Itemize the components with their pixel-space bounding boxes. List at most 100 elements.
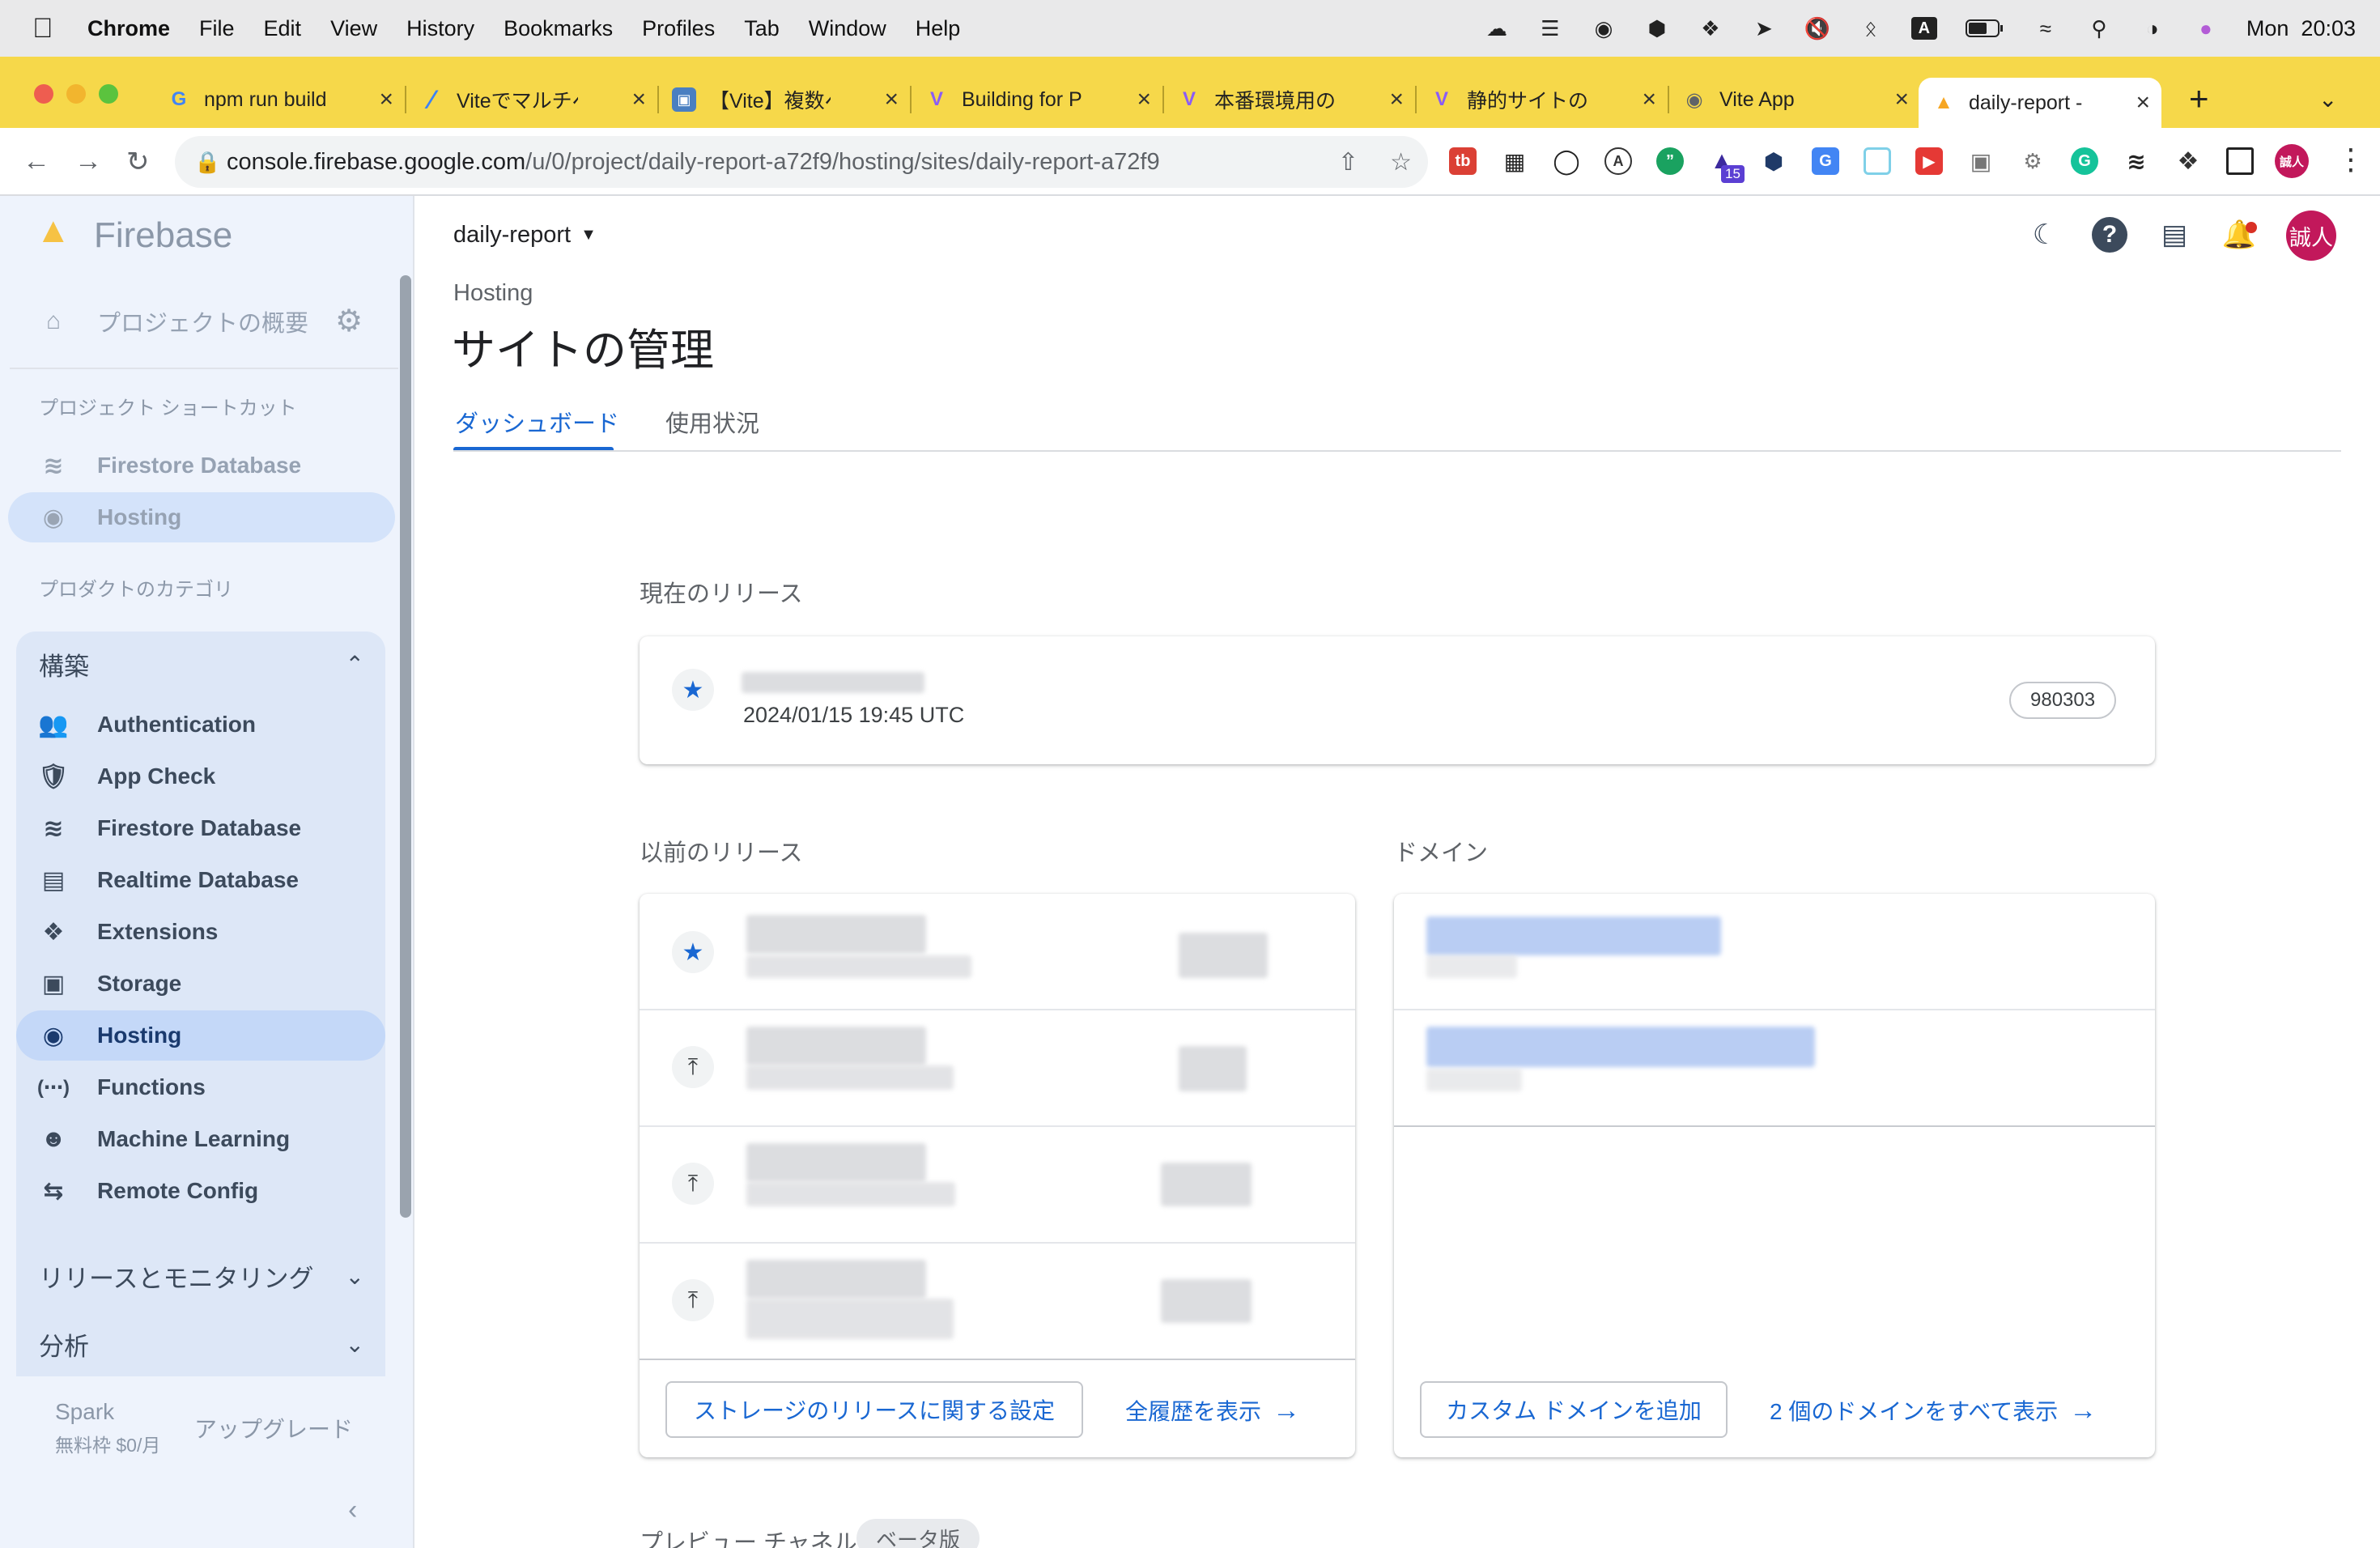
battery-icon[interactable]	[1965, 17, 2005, 40]
mute-icon[interactable]: 🔇	[1804, 16, 1830, 40]
dark-mode-icon[interactable]: ☾	[2027, 217, 2063, 253]
close-icon[interactable]: ×	[884, 86, 899, 113]
close-icon[interactable]: ×	[1389, 86, 1404, 113]
kebab-menu-icon[interactable]: ⋮	[2336, 142, 2365, 176]
address-bar[interactable]: 🔒 console.firebase.google.com/u/0/projec…	[175, 136, 1428, 188]
menu-view[interactable]: View	[330, 16, 377, 41]
hexagon-icon[interactable]: ⬢	[1644, 16, 1670, 40]
browser-tab[interactable]: ▣ 【Vite】複数ペー ×	[659, 78, 912, 121]
menu-app-name[interactable]: Chrome	[87, 16, 170, 41]
browser-tab[interactable]: V Building for Pro ×	[912, 78, 1164, 121]
menu-edit[interactable]: Edit	[264, 16, 302, 41]
firebase-brand[interactable]: Firebase	[94, 215, 232, 256]
tools-icon[interactable]: ❖	[1698, 16, 1723, 40]
project-selector[interactable]: daily-report ▼	[453, 222, 597, 249]
sidebar-item-hosting[interactable]: ◉ Hosting	[16, 1010, 385, 1061]
menu-help[interactable]: Help	[916, 16, 961, 41]
a-extension-icon[interactable]: A	[1604, 147, 1632, 175]
input-source-icon[interactable]: A	[1910, 17, 1937, 40]
spotlight-search-icon[interactable]: ⚲	[2086, 16, 2112, 40]
tab-search-chevron-icon[interactable]: ⌄	[2318, 86, 2337, 113]
sidebar-item-app-check[interactable]: 🛡 App Check	[16, 751, 385, 802]
quote-extension-icon[interactable]: ”	[1656, 147, 1684, 175]
collapse-sidebar-chevron-icon[interactable]: ‹	[348, 1495, 357, 1526]
add-custom-domain-button[interactable]: カスタム ドメインを追加	[1420, 1381, 1728, 1438]
close-icon[interactable]: ×	[631, 86, 646, 113]
browser-tab[interactable]: ⁄ Viteでマルチペー ×	[406, 78, 659, 121]
window-zoom-button[interactable]	[99, 84, 118, 104]
reload-icon[interactable]: ↻	[126, 146, 150, 178]
sidebar-item-realtime-database[interactable]: ▤ Realtime Database	[16, 855, 385, 905]
sidebar-item-extensions[interactable]: ❖ Extensions	[16, 907, 385, 957]
menubar-clock[interactable]: Mon 20:03	[2246, 16, 2356, 41]
analytics-section-header[interactable]: 分析 ⌄	[16, 1312, 385, 1376]
storage-release-settings-button[interactable]: ストレージのリリースに関する設定	[665, 1381, 1083, 1438]
firebase-logo-icon[interactable]: ▲	[36, 211, 71, 251]
wifi-icon[interactable]: ≈	[2033, 16, 2059, 40]
sidebar-item-authentication[interactable]: 👥 Authentication	[16, 700, 385, 750]
back-arrow-icon[interactable]: ←	[23, 146, 50, 177]
robot-extension-icon[interactable]: ⚙	[2019, 147, 2046, 175]
sidebar-item-functions[interactable]: (⋯) Functions	[16, 1062, 385, 1112]
view-all-domains-link[interactable]: 2 個のドメインをすべて表示 →	[1770, 1394, 2097, 1427]
password-manager-icon[interactable]: ◉	[1591, 16, 1617, 40]
bookmark-star-icon[interactable]: ☆	[1390, 148, 1412, 176]
siri-icon[interactable]: ●	[2193, 16, 2219, 40]
view-full-history-link[interactable]: 全履歴を表示 →	[1125, 1394, 1300, 1427]
apple-icon[interactable]: 	[32, 13, 65, 45]
release-notes-icon[interactable]: ▤	[2157, 217, 2192, 253]
qr-code-extension-icon[interactable]: ▦	[1501, 147, 1528, 175]
new-tab-button[interactable]: +	[2189, 79, 2209, 118]
bluetooth-icon[interactable]: ᛟ	[1858, 16, 1884, 40]
browser-tab[interactable]: G npm run build, v ×	[154, 78, 406, 121]
gear-icon[interactable]: ⚙	[335, 303, 363, 339]
control-center-icon[interactable]: ◑	[2140, 16, 2165, 40]
breadcrumb[interactable]: Hosting	[453, 280, 533, 307]
browser-tab[interactable]: V 本番環境用のビル ×	[1164, 78, 1417, 121]
window-minimize-button[interactable]	[66, 84, 86, 104]
sidebar-shortcut-firestore[interactable]: ≋ Firestore Database	[16, 440, 385, 491]
cloud-sync-icon[interactable]: ☁	[1484, 16, 1510, 40]
close-icon[interactable]: ×	[1137, 86, 1151, 113]
browser-tab[interactable]: ◉ Vite App ×	[1669, 78, 1920, 121]
todoist-extension-icon[interactable]: tb	[1449, 147, 1477, 175]
grammarly-extension-icon[interactable]: G	[2071, 147, 2098, 175]
current-release-card[interactable]	[640, 636, 2155, 764]
tab-usage[interactable]: 使用状況	[665, 405, 759, 439]
account-avatar[interactable]: 誠人	[2286, 211, 2336, 261]
close-icon[interactable]: ×	[379, 86, 393, 113]
close-icon[interactable]: ×	[1894, 86, 1909, 113]
camera-extension-icon[interactable]: ▣	[1967, 147, 1995, 175]
menu-bookmarks[interactable]: Bookmarks	[504, 16, 613, 41]
share-icon[interactable]: ⇧	[1338, 148, 1358, 176]
menu-profiles[interactable]: Profiles	[642, 16, 715, 41]
browser-tab[interactable]: V 静的サイトのデプ ×	[1417, 78, 1669, 121]
help-icon[interactable]: ?	[2092, 217, 2127, 253]
release-section-header[interactable]: リリースとモニタリング ⌄	[16, 1242, 385, 1310]
window-close-button[interactable]	[34, 84, 53, 104]
puzzle-extensions-icon[interactable]: ❖	[2174, 147, 2202, 175]
version-chip[interactable]: 980303	[2009, 682, 2117, 719]
sidebar-item-remote-config[interactable]: ⇆ Remote Config	[16, 1166, 385, 1216]
speed-icon[interactable]: ➤	[1751, 16, 1777, 40]
menu-history[interactable]: History	[406, 16, 474, 41]
square-extension-icon[interactable]	[1864, 147, 1891, 175]
close-icon[interactable]: ×	[1642, 86, 1656, 113]
sidebar-shortcut-hosting[interactable]: ◉ Hosting	[8, 492, 395, 542]
sidebar-item-project-overview[interactable]: ⌂ プロジェクトの概要	[16, 296, 372, 347]
sidebar-item-firestore[interactable]: ≋ Firestore Database	[16, 803, 385, 853]
layers-icon[interactable]: ☰	[1537, 16, 1563, 40]
browser-tab-active[interactable]: ▲ daily-report - ×	[1919, 78, 2161, 128]
forward-arrow-icon[interactable]: →	[74, 146, 102, 177]
close-icon[interactable]: ×	[2136, 89, 2150, 117]
sidebar-item-storage[interactable]: ▣ Storage	[16, 959, 385, 1009]
menu-file[interactable]: File	[199, 16, 235, 41]
menu-window[interactable]: Window	[809, 16, 886, 41]
circle-extension-icon[interactable]: ◯	[1553, 147, 1580, 175]
hex-extension-icon[interactable]: ⬢	[1760, 147, 1787, 175]
youtube-extension-icon[interactable]: ▶	[1915, 147, 1943, 175]
tab-dashboard[interactable]: ダッシュボード	[455, 405, 619, 439]
translate-extension-icon[interactable]: G	[1812, 147, 1839, 175]
profile-avatar[interactable]: 誠人	[2275, 144, 2309, 178]
menu-tab[interactable]: Tab	[744, 16, 780, 41]
